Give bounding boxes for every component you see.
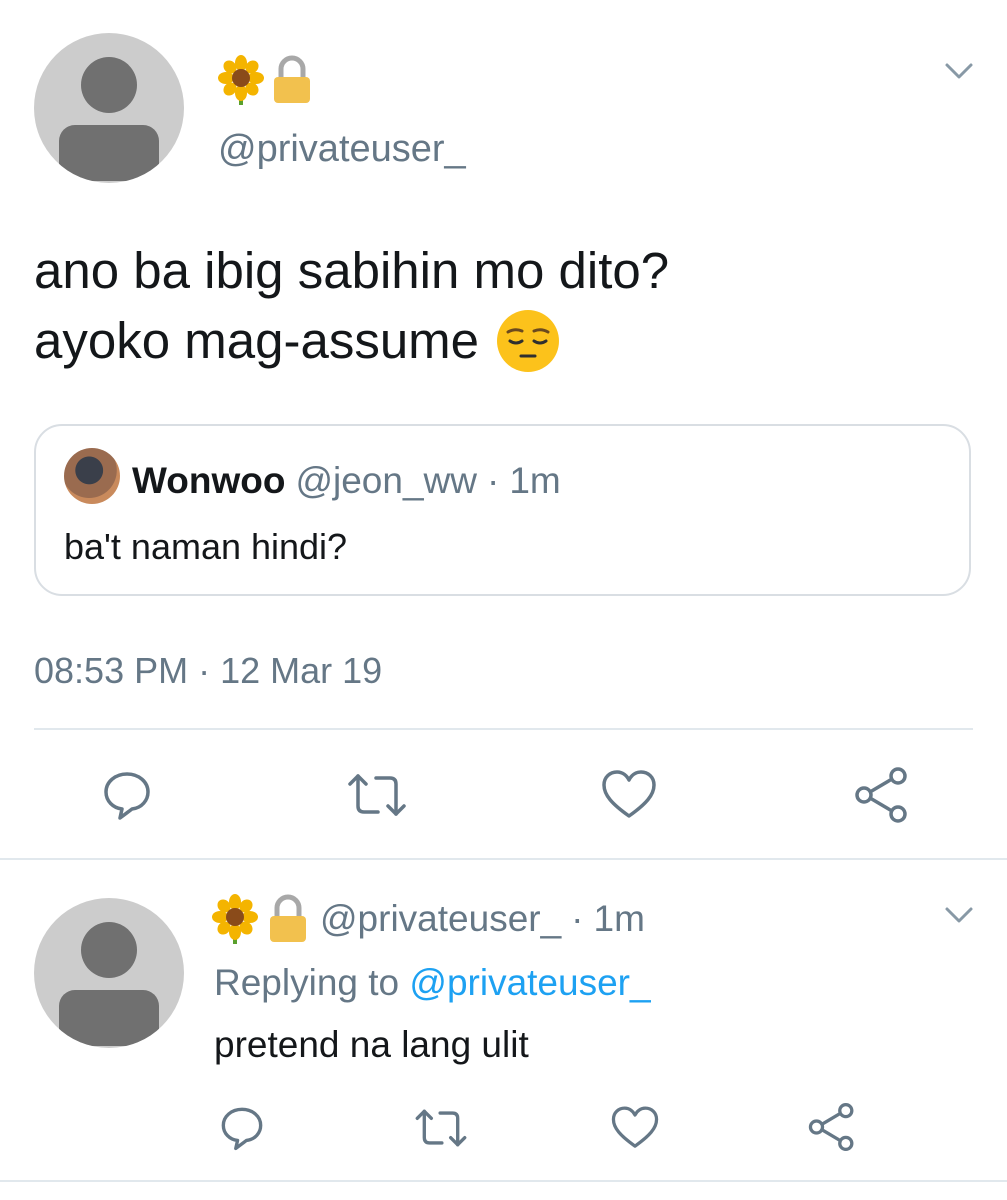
avatar-head-shape (81, 922, 137, 978)
tweet-timestamp: 08:53 PM · 12 Mar 19 (34, 650, 383, 691)
quoted-header: Wonwoo @jeon_ww · 1m (132, 460, 561, 502)
quoted-tweet-card[interactable]: Wonwoo @jeon_ww · 1m ba't naman hindi? (34, 424, 971, 596)
replying-to-label: Replying to (214, 962, 400, 1003)
quoted-time: 1m (509, 460, 561, 501)
reply-icon[interactable] (218, 1104, 266, 1152)
lock-icon (274, 55, 310, 103)
like-icon[interactable] (610, 1104, 660, 1152)
divider (0, 858, 1007, 860)
quoted-separator: · (486, 460, 500, 501)
divider (0, 1180, 1007, 1182)
reply-user-handle[interactable]: @privateuser_ (320, 898, 561, 940)
avatar-body-shape (59, 990, 159, 1046)
tweet-text-line-1: ano ba ibig sabihin mo dito? (34, 242, 670, 299)
chevron-down-icon[interactable] (944, 904, 974, 926)
reply-icon[interactable] (100, 768, 154, 822)
avatar-head-shape (81, 57, 137, 113)
pensive-face-icon (497, 310, 560, 372)
share-icon[interactable] (806, 1102, 858, 1152)
reply-text: pretend na lang ulit (214, 1024, 529, 1065)
reply-separator: · (571, 898, 584, 939)
tweet-text-line-2-text: ayoko mag-assume (34, 312, 480, 369)
retweet-icon[interactable] (412, 1104, 470, 1152)
quoted-display-name: Wonwoo (132, 460, 286, 501)
avatar-body-shape (59, 125, 159, 181)
retweet-icon[interactable] (344, 768, 410, 822)
share-icon[interactable] (852, 766, 912, 824)
sunflower-icon (212, 894, 258, 944)
like-icon[interactable] (600, 768, 658, 822)
replying-to-handle-link[interactable]: @privateuser_ (409, 962, 650, 1003)
quoted-text: ba't naman hindi? (64, 526, 348, 567)
reply-time: 1m (593, 898, 645, 939)
chevron-down-icon[interactable] (944, 60, 974, 82)
avatar[interactable] (34, 33, 184, 183)
divider (34, 728, 973, 730)
reply-header: @privateuser_ · 1m (212, 894, 645, 944)
quoted-handle: @jeon_ww (295, 460, 477, 501)
replying-to: Replying to @privateuser_ (214, 962, 651, 1004)
user-handle[interactable]: @privateuser_ (218, 128, 466, 171)
display-name-emojis (218, 55, 314, 105)
sunflower-icon (218, 55, 264, 105)
avatar[interactable] (34, 898, 184, 1048)
lock-icon (270, 894, 306, 942)
tweet-text-line-2: ayoko mag-assume (34, 306, 561, 376)
quoted-avatar (64, 448, 120, 504)
